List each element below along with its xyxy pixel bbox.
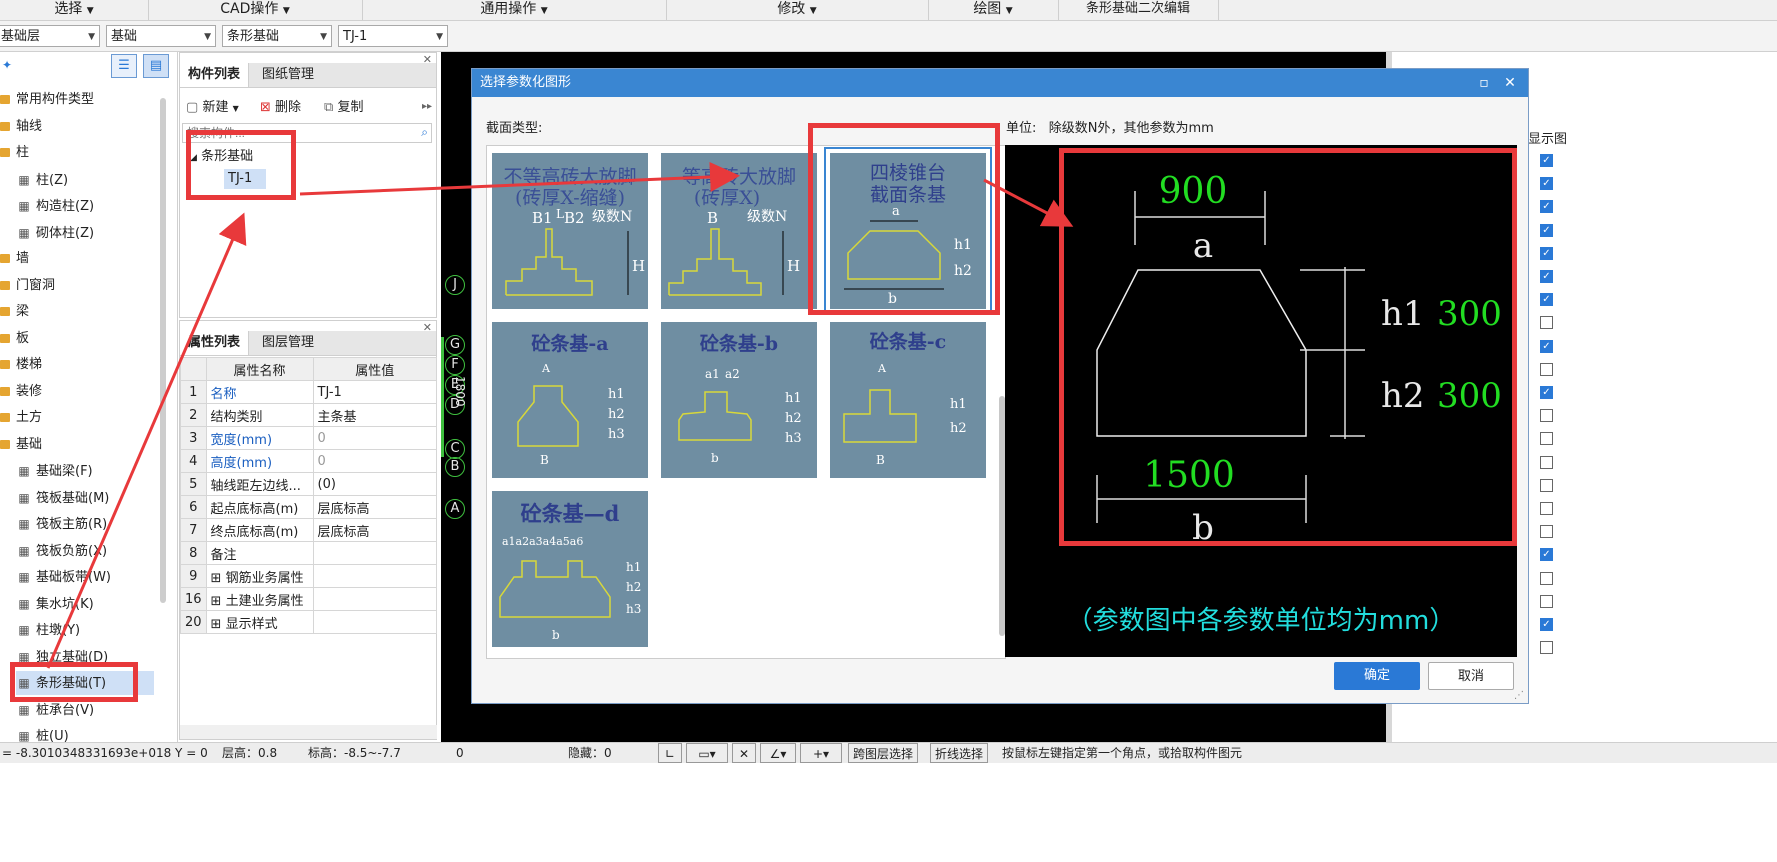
status-elevation: 标高：-8.5~-7.7 — [308, 746, 401, 760]
ortho-icon[interactable]: ∟ — [658, 743, 682, 763]
offset-icon[interactable]: +▾ — [800, 743, 842, 763]
status-hint: 按鼠标左键指定第一个角点，或拾取构件图元 — [1002, 746, 1243, 760]
snap-icon[interactable]: ▭▾ — [686, 743, 728, 763]
cross-icon[interactable]: ✕ — [732, 743, 756, 763]
annotation-arrows — [46, 162, 1074, 669]
arrow-2 — [299, 162, 740, 196]
status-hidden: 隐藏：0 — [568, 746, 612, 760]
arrow-3 — [983, 178, 1074, 227]
angle-icon[interactable]: ∠▾ — [760, 743, 796, 763]
polyline-select-button[interactable]: 折线选择 — [930, 743, 989, 763]
status-zero: 0 — [456, 746, 464, 760]
status-bar: = -8.3010348331693e+018 Y = 0 层高：0.8 标高：… — [0, 742, 1777, 763]
status-floor-height: 层高：0.8 — [222, 746, 278, 760]
bottom-blank — [0, 763, 1777, 862]
arrow-1 — [46, 212, 247, 669]
status-coord: = -8.3010348331693e+018 Y = 0 — [2, 746, 208, 760]
cross-layer-button[interactable]: 跨图层选择 — [848, 743, 919, 763]
